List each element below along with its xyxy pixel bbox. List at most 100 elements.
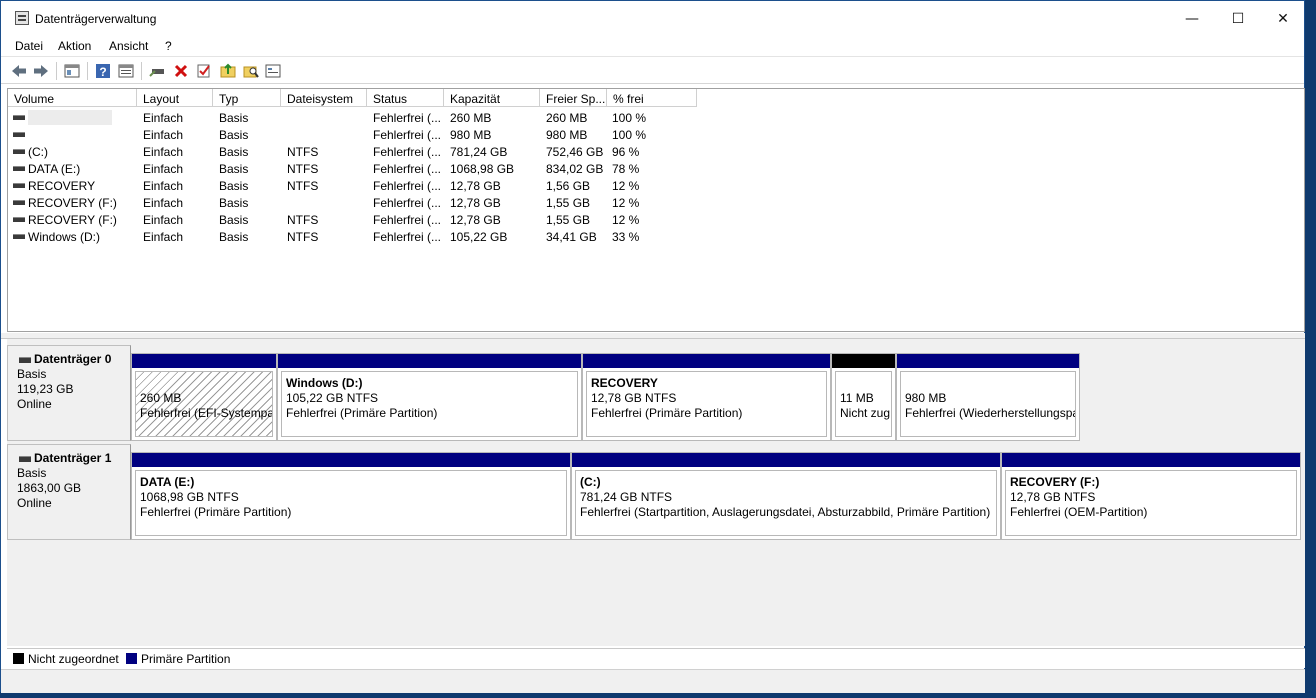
cell-typ: Basis bbox=[219, 213, 249, 227]
partition-block[interactable]: RECOVERY 12,78 GB NTFS Fehlerfrei (Primäre… bbox=[582, 353, 831, 441]
table-row[interactable]: (C:) Einfach Basis NTFS Fehlerfrei (... 781,2… bbox=[8, 143, 708, 160]
column-header-prozent-frei[interactable]: % frei bbox=[607, 89, 697, 107]
cell-volume: RECOVERY (F:) bbox=[28, 196, 117, 210]
status-bar bbox=[1, 669, 1305, 693]
partition-block[interactable]: (C:) 781,24 GB NTFS Fehlerfrei (Startparti… bbox=[571, 452, 1001, 540]
partition-block[interactable]: 980 MB Fehlerfrei (Wiederherstellungspa bbox=[896, 353, 1080, 441]
cell-typ: Basis bbox=[219, 111, 249, 125]
folder-up-icon[interactable] bbox=[219, 62, 237, 80]
column-header-layout[interactable]: Layout bbox=[137, 89, 213, 107]
title-bar[interactable]: Datenträgerverwaltung — ☐ ✕ bbox=[1, 1, 1304, 37]
cell-status: Fehlerfrei (... bbox=[373, 230, 442, 244]
legend-swatch-primary bbox=[126, 653, 137, 664]
partition-block[interactable]: 11 MB Nicht zug bbox=[831, 353, 896, 441]
table-row[interactable]: RECOVERY (F:) Einfach Basis NTFS Fehlerfrei … bbox=[8, 211, 708, 228]
column-header-kapazitaet[interactable]: Kapazität bbox=[444, 89, 540, 107]
selection-highlight bbox=[28, 110, 112, 125]
cell-volume: (C:) bbox=[28, 145, 48, 159]
table-row[interactable]: RECOVERY Einfach Basis NTFS Fehlerfrei (... 1… bbox=[8, 177, 708, 194]
disk-label[interactable]: Datenträger 0 Basis 119,23 GB Online bbox=[7, 345, 131, 441]
partition-info: 980 MB Fehlerfrei (Wiederherstellungspa bbox=[900, 371, 1076, 437]
volume-drive-icon bbox=[13, 149, 25, 154]
volume-list[interactable]: Volume Layout Typ Dateisystem Status Kap… bbox=[7, 88, 1305, 332]
close-button[interactable]: ✕ bbox=[1260, 1, 1306, 37]
cell-prozent-frei: 33 % bbox=[612, 230, 640, 244]
legend: Nicht zugeordnet Primäre Partition bbox=[7, 648, 1305, 668]
help-icon[interactable]: ? bbox=[94, 62, 112, 80]
menu-datei[interactable]: Datei bbox=[15, 39, 43, 53]
disk-row: Datenträger 1 Basis 1863,00 GB Online DATA (… bbox=[7, 444, 1305, 540]
cell-typ: Basis bbox=[219, 145, 249, 159]
console-tree-icon[interactable] bbox=[63, 62, 81, 80]
partition-size: 781,24 GB NTFS bbox=[580, 490, 673, 504]
cell-typ: Basis bbox=[219, 230, 249, 244]
disk-status: Online bbox=[17, 397, 52, 411]
column-header-volume[interactable]: Volume bbox=[8, 89, 137, 107]
table-row[interactable]: RECOVERY (F:) Einfach Basis Fehlerfrei (...… bbox=[8, 194, 708, 211]
volume-drive-icon bbox=[13, 166, 25, 171]
partition-name bbox=[140, 376, 272, 391]
partition-status: Fehlerfrei (Primäre Partition) bbox=[140, 505, 292, 519]
cell-dateisystem: NTFS bbox=[287, 213, 319, 227]
cell-freier-speicher: 1,55 GB bbox=[546, 196, 591, 210]
view-settings-icon[interactable] bbox=[264, 62, 282, 80]
cell-volume: RECOVERY (F:) bbox=[28, 213, 117, 227]
minimize-button[interactable]: — bbox=[1169, 1, 1215, 37]
cell-layout: Einfach bbox=[143, 128, 184, 142]
volume-drive-icon bbox=[13, 183, 25, 188]
maximize-button[interactable]: ☐ bbox=[1215, 1, 1261, 37]
column-header-typ[interactable]: Typ bbox=[213, 89, 281, 107]
disk-type: Basis bbox=[17, 367, 47, 381]
cell-kapazitaet: 980 MB bbox=[450, 128, 492, 142]
forward-arrow-icon[interactable] bbox=[32, 62, 50, 80]
partition-block[interactable]: DATA (E:) 1068,98 GB NTFS Fehlerfrei (Prim… bbox=[131, 452, 571, 540]
cell-prozent-frei: 78 % bbox=[612, 162, 640, 176]
cell-dateisystem: NTFS bbox=[287, 162, 319, 176]
volume-drive-icon bbox=[13, 200, 25, 205]
menu-help[interactable]: ? bbox=[165, 39, 172, 53]
table-row[interactable]: DATA (E:) Einfach Basis NTFS Fehlerfrei (...… bbox=[8, 160, 708, 177]
partition-status: Fehlerfrei (Wiederherstellungspa bbox=[905, 406, 1076, 420]
cell-layout: Einfach bbox=[143, 145, 184, 159]
cell-freier-speicher: 1,56 GB bbox=[546, 179, 591, 193]
column-header-status[interactable]: Status bbox=[367, 89, 444, 107]
window-title: Datenträgerverwaltung bbox=[35, 12, 157, 26]
legend-label-unallocated: Nicht zugeordnet bbox=[28, 652, 119, 666]
partition-block[interactable]: 260 MB Fehlerfrei (EFI-Systempar bbox=[131, 353, 277, 441]
back-arrow-icon[interactable] bbox=[10, 62, 28, 80]
column-header-dateisystem[interactable]: Dateisystem bbox=[281, 89, 367, 107]
partition-block[interactable]: RECOVERY (F:) 12,78 GB NTFS Fehlerfrei (OE… bbox=[1001, 452, 1301, 540]
cell-status: Fehlerfrei (... bbox=[373, 111, 442, 125]
properties-icon[interactable] bbox=[117, 62, 135, 80]
partition-color-bar bbox=[832, 354, 895, 368]
table-row[interactable]: Einfach Basis Fehlerfrei (... 260 MB 260 MB 1… bbox=[8, 109, 708, 126]
partition-size: 1068,98 GB NTFS bbox=[140, 490, 239, 504]
column-header-freier-speicher[interactable]: Freier Sp... bbox=[540, 89, 607, 107]
menu-aktion[interactable]: Aktion bbox=[58, 39, 91, 53]
partition-name: Windows (D:) bbox=[286, 376, 363, 390]
cell-freier-speicher: 34,41 GB bbox=[546, 230, 597, 244]
disk-size: 119,23 GB bbox=[17, 382, 74, 396]
partition-status: Fehlerfrei (Primäre Partition) bbox=[591, 406, 743, 420]
toolbar: ? bbox=[1, 58, 1304, 84]
check-icon[interactable] bbox=[195, 62, 213, 80]
connect-drive-icon[interactable] bbox=[148, 62, 166, 80]
table-row[interactable]: Einfach Basis Fehlerfrei (... 980 MB 980 MB 1… bbox=[8, 126, 708, 143]
disk-size: 1863,00 GB bbox=[17, 481, 82, 495]
cell-volume: DATA (E:) bbox=[28, 162, 81, 176]
partition-block[interactable]: Windows (D:) 105,22 GB NTFS Fehlerfrei (Pr… bbox=[277, 353, 582, 441]
table-row[interactable]: Windows (D:) Einfach Basis NTFS Fehlerfrei (… bbox=[8, 228, 708, 245]
partition-color-bar bbox=[572, 453, 1000, 467]
cell-typ: Basis bbox=[219, 128, 249, 142]
cell-prozent-frei: 100 % bbox=[612, 128, 647, 142]
menu-ansicht[interactable]: Ansicht bbox=[109, 39, 148, 53]
partition-info: RECOVERY (F:) 12,78 GB NTFS Fehlerfrei (OE… bbox=[1005, 470, 1297, 536]
folder-search-icon[interactable] bbox=[242, 62, 260, 80]
legend-label-primary: Primäre Partition bbox=[141, 652, 231, 666]
partition-info: Windows (D:) 105,22 GB NTFS Fehlerfrei (Pr… bbox=[281, 371, 578, 437]
cell-dateisystem: NTFS bbox=[287, 145, 319, 159]
partition-color-bar bbox=[132, 354, 276, 368]
disk-label[interactable]: Datenträger 1 Basis 1863,00 GB Online bbox=[7, 444, 131, 540]
delete-icon[interactable] bbox=[172, 62, 190, 80]
cell-status: Fehlerfrei (... bbox=[373, 162, 442, 176]
